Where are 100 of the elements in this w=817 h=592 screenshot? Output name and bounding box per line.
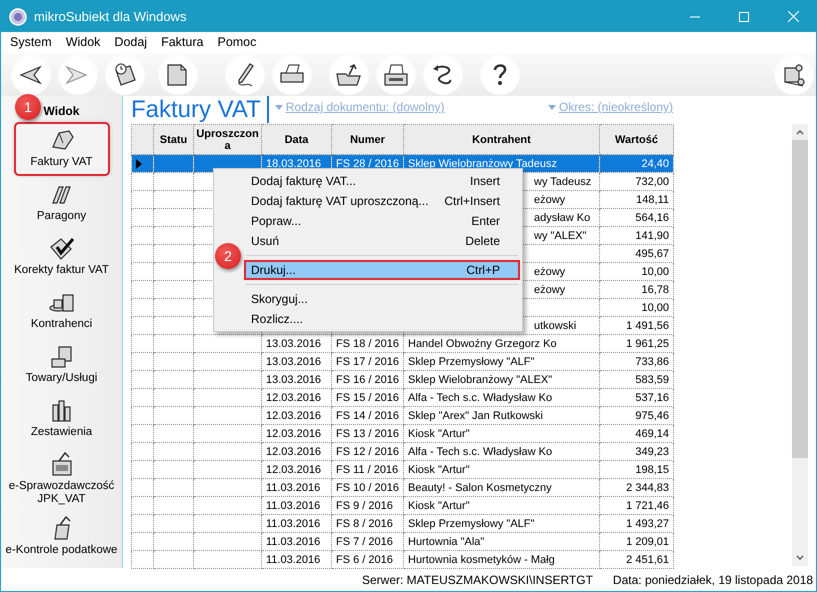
table-row[interactable]: 12.03.2016 FS 12 / 2016 Alfa - Tech s.c. Władysław Ko 349,23 (132, 442, 674, 460)
table-row[interactable]: 13.03.2016 FS 18 / 2016 Handel Obwoźny Grzegorz Ko 1 961,25 (132, 334, 674, 352)
menu-item[interactable]: Faktura (154, 33, 210, 52)
table-cell: 11.03.2016 (262, 496, 332, 514)
table-row[interactable]: 12.03.2016 FS 15 / 2016 Alfa - Tech s.c. Władysław Ko 537,16 (132, 388, 674, 406)
sidebar-item[interactable]: Towary/Usługi (2, 338, 120, 392)
status-text: Data: poniedziałek, 19 listopada 2018 (612, 572, 814, 588)
table-cell: FS 6 / 2016 (332, 550, 404, 568)
table-cell: 495,67 (600, 244, 674, 262)
table-cell: 1 721,46 (600, 496, 674, 514)
table-cell: 198,15 (600, 460, 674, 478)
table-cell: 1 209,01 (600, 532, 674, 550)
table-cell: 13.03.2016 (262, 334, 332, 352)
table-cell: Beauty! - Salon Kosmetyczny (404, 478, 600, 496)
column-header: Numer (332, 124, 404, 154)
column-header: Wartość (600, 124, 674, 154)
table-cell: Handel Obwoźny Grzegorz Ko (404, 334, 600, 352)
table-cell: FS 11 / 2016 (332, 460, 404, 478)
sidebar-item[interactable]: Faktury VAT (14, 122, 110, 176)
close-icon (788, 11, 798, 22)
table-cell: FS 16 / 2016 (332, 370, 404, 388)
column-header: Statu (154, 124, 194, 154)
menu-item-label: Rozlicz.... (251, 311, 304, 328)
table-row[interactable]: 12.03.2016 FS 13 / 2016 Kiosk "Artur" 469,14 (132, 424, 674, 442)
table-cell: 2 451,61 (600, 550, 674, 568)
printer-box-button[interactable] (376, 54, 416, 94)
printer-button[interactable] (272, 54, 312, 94)
sidebar-title: Widok (44, 103, 80, 120)
table-cell: 12.03.2016 (262, 424, 332, 442)
table-cell: 16,78 (600, 280, 674, 298)
table-cell: 1 961,25 (600, 334, 674, 352)
pen-button[interactable] (225, 54, 265, 94)
undo-button[interactable] (423, 54, 463, 94)
maximize-icon (739, 12, 749, 22)
clipboard-clock-button[interactable] (105, 54, 145, 94)
table-cell: 1 491,56 (600, 316, 674, 334)
status-text: Serwer: MATEUSZMAKOWSKI\INSERTGT (362, 572, 593, 588)
step-marker: 2 (215, 243, 241, 269)
sidebar-item[interactable]: e-Kontrole podatkowe (2, 510, 120, 564)
menu-item[interactable]: Pomoc (210, 33, 264, 52)
table-cell: Hurtownia kosmetyków - Małg (404, 550, 600, 568)
table-cell: FS 15 / 2016 (332, 388, 404, 406)
table-cell: FS 8 / 2016 (332, 514, 404, 532)
table-row[interactable]: 11.03.2016 FS 10 / 2016 Beauty! - Salon Kosmetyczny 2 344,83 (132, 478, 674, 496)
menu-item-label: Dodaj fakturę VAT... (251, 173, 356, 190)
table-cell: 733,86 (600, 352, 674, 370)
table-cell: FS 14 / 2016 (332, 406, 404, 424)
document-button[interactable] (158, 54, 198, 94)
dropdown-icon (548, 104, 556, 110)
menu-item[interactable]: Dodaj (107, 33, 154, 52)
table-cell: 564,16 (600, 208, 674, 226)
menu-item-label: Drukuj... (251, 262, 296, 279)
help-button[interactable] (480, 54, 520, 94)
window-title: mikroSubiekt dla Windows (34, 8, 186, 26)
table-cell: Kiosk "Artur" (404, 496, 600, 514)
table-row[interactable]: 13.03.2016 FS 17 / 2016 Sklep Przemysłowy "ALF" 733,86 (132, 352, 674, 370)
step-marker: 1 (15, 94, 41, 120)
table-cell: 469,14 (600, 424, 674, 442)
table-cell: 10,00 (600, 262, 674, 280)
menu-item-label: Popraw... (251, 213, 302, 230)
table-cell: FS 13 / 2016 (332, 424, 404, 442)
row-pointer-icon (136, 158, 142, 169)
menu-item[interactable]: System (3, 33, 59, 52)
table-row[interactable]: 12.03.2016 FS 11 / 2016 Kiosk "Artur" 198,15 (132, 460, 674, 478)
table-cell: FS 17 / 2016 (332, 352, 404, 370)
column-header: Data (262, 124, 332, 154)
sidebar-item[interactable]: Paragony (2, 176, 120, 230)
table-cell: Alfa - Tech s.c. Władysław Ko (404, 388, 600, 406)
table-cell: FS 10 / 2016 (332, 478, 404, 496)
table-row[interactable]: 11.03.2016 FS 6 / 2016 Hurtownia kosmetyków - Małg 2 451,61 (132, 550, 674, 568)
table-row[interactable]: 11.03.2016 FS 7 / 2016 Hurtownia "Ala" 1 209,01 (132, 532, 674, 550)
sidebar-item[interactable]: e-Sprawozdawczość JPK_VAT (2, 446, 120, 510)
table-cell: 24,40 (600, 154, 674, 172)
menu-item[interactable]: Widok (58, 33, 108, 52)
table-cell: 11.03.2016 (262, 514, 332, 532)
menu-item-label: Usuń (251, 233, 280, 250)
table-cell: Sklep Wielobranżowy "ALEX" (404, 370, 600, 388)
table-cell: 12.03.2016 (262, 442, 332, 460)
forward-button[interactable] (58, 54, 98, 94)
sidebar-item[interactable]: Kontrahenci (2, 284, 120, 338)
sidebar-item[interactable]: Zestawienia (2, 392, 120, 446)
table-cell: 11.03.2016 (262, 478, 332, 496)
table-cell: FS 18 / 2016 (332, 334, 404, 352)
table-row[interactable]: 12.03.2016 FS 14 / 2016 Sklep "Arex" Jan Rutkowski 975,46 (132, 406, 674, 424)
back-button[interactable] (11, 54, 51, 94)
table-row[interactable]: 13.03.2016 FS 16 / 2016 Sklep Wielobranżowy "ALEX" 583,59 (132, 370, 674, 388)
table-cell: 11.03.2016 (262, 550, 332, 568)
table-cell: 537,16 (600, 388, 674, 406)
context-menu-item[interactable]: Drukuj... Ctrl+P (244, 260, 520, 280)
scrollbar-thumb[interactable] (792, 140, 808, 458)
dropdown-icon (274, 104, 283, 110)
table-row[interactable]: 11.03.2016 FS 9 / 2016 Kiosk "Artur" 1 721,46 (132, 496, 674, 514)
column-header: Kontrahent (404, 124, 600, 154)
table-cell: 13.03.2016 (262, 352, 332, 370)
table-cell: 12.03.2016 (262, 460, 332, 478)
folder-upload-button[interactable] (329, 54, 369, 94)
table-cell: Alfa - Tech s.c. Władysław Ko (404, 442, 600, 460)
sidebar-item[interactable]: Korekty faktur VAT (2, 230, 120, 284)
table-row[interactable]: 11.03.2016 FS 8 / 2016 Sklep Przemysłowy "ALF" 1 493,27 (132, 514, 674, 532)
table-cell: Sklep "Arex" Jan Rutkowski (404, 406, 600, 424)
